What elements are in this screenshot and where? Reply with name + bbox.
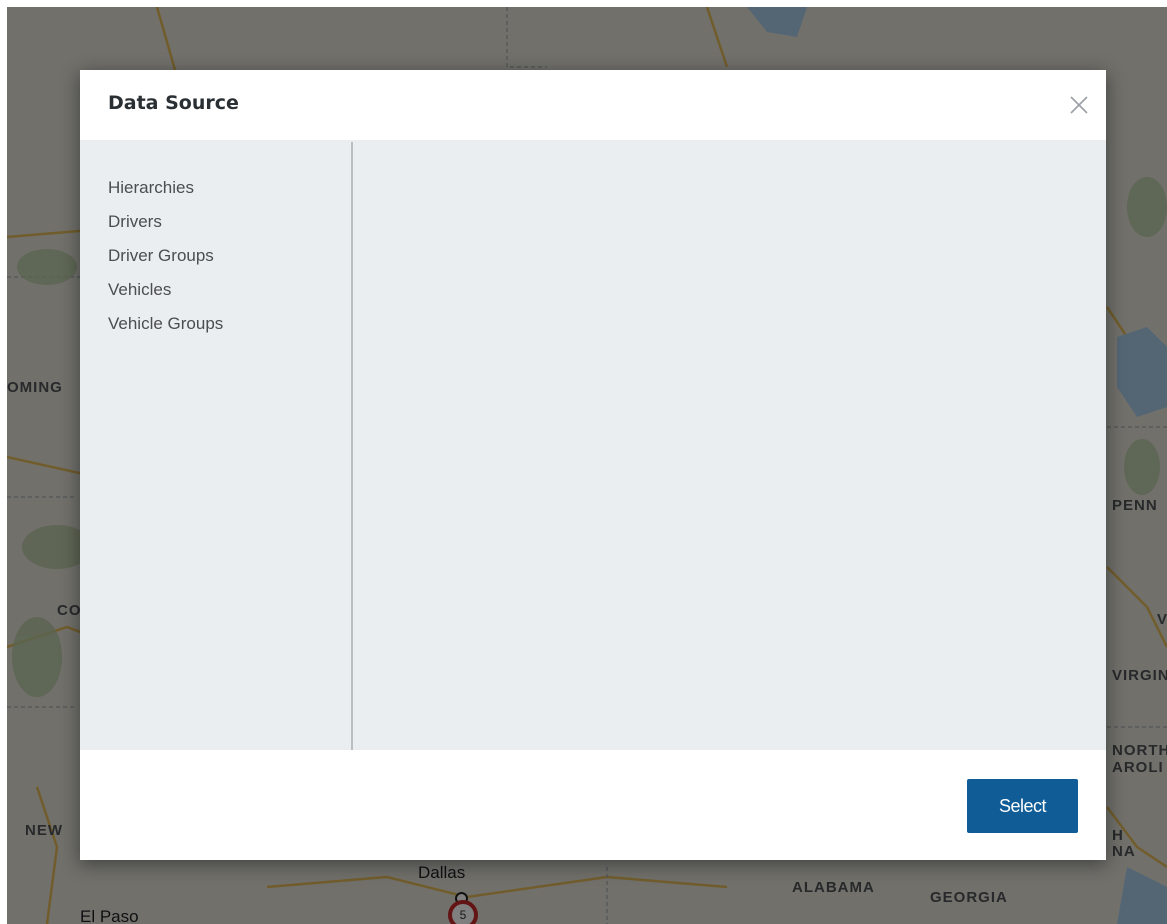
close-button[interactable] [1066,92,1092,118]
dialog-footer: Select [80,750,1106,860]
sidebar-item-hierarchies[interactable]: Hierarchies [108,171,352,205]
sidebar-item-drivers[interactable]: Drivers [108,205,352,239]
close-icon [1070,96,1088,114]
sidebar-item-vehicles[interactable]: Vehicles [108,273,352,307]
dialog-body: Hierarchies Drivers Driver Groups Vehicl… [80,140,1106,750]
sidebar-item-vehicle-groups[interactable]: Vehicle Groups [108,307,352,341]
select-button[interactable]: Select [967,779,1078,833]
data-source-sidebar: Hierarchies Drivers Driver Groups Vehicl… [80,140,352,750]
data-source-dialog: Data Source Hierarchies Drivers Driver G… [80,70,1106,860]
dialog-title: Data Source [108,92,239,114]
sidebar-item-driver-groups[interactable]: Driver Groups [108,239,352,273]
data-source-content-pane [356,140,1106,750]
dialog-header: Data Source [80,70,1106,141]
data-source-list: Hierarchies Drivers Driver Groups Vehicl… [80,140,352,341]
pane-divider[interactable] [351,142,353,750]
